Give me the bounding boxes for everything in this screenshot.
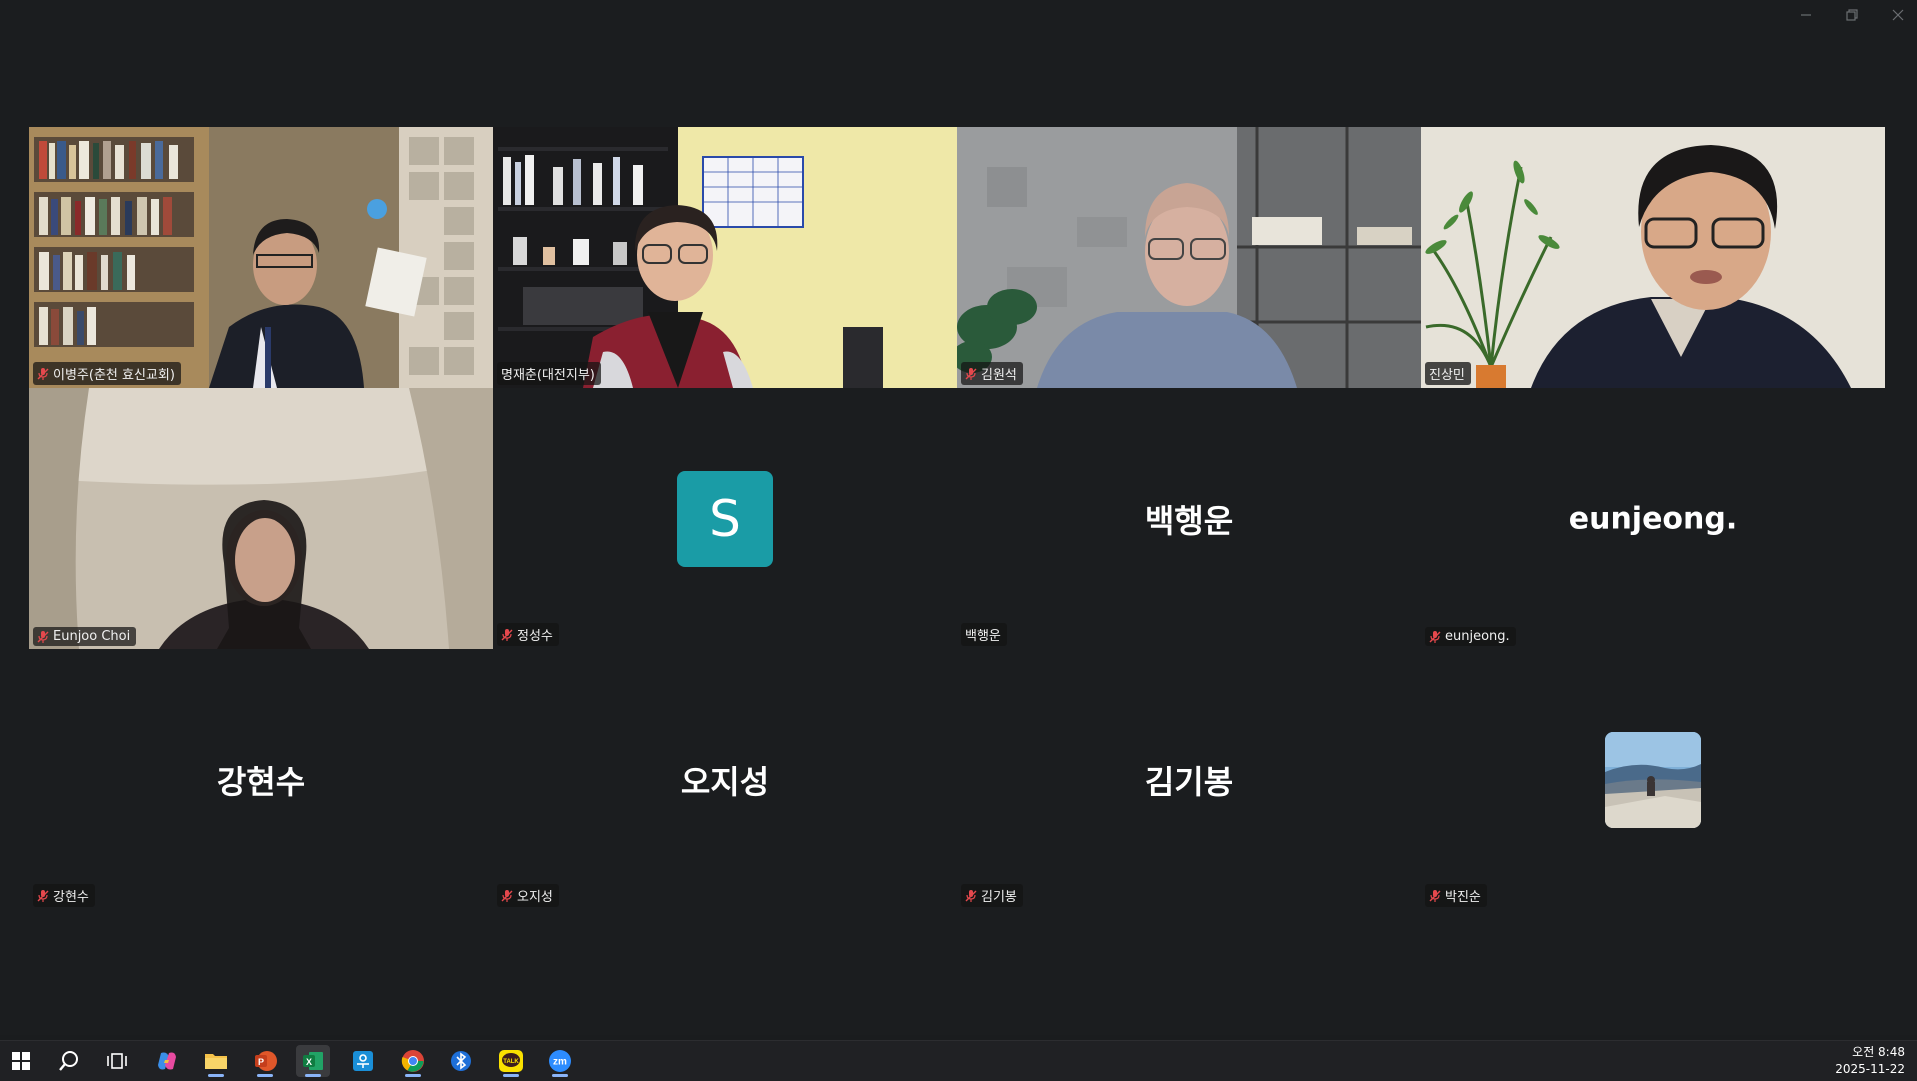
participant-name: 진상민 <box>1429 368 1465 383</box>
participant-name: 오지성 <box>517 890 553 905</box>
zoom-icon[interactable]: zm <box>543 1045 577 1077</box>
excel-icon[interactable]: X <box>296 1045 330 1077</box>
participant-tile[interactable]: 이병주(춘천 효신교회) <box>29 127 493 388</box>
mic-muted-icon <box>965 889 977 902</box>
mic-muted-icon <box>37 630 49 643</box>
mic-muted-icon <box>1429 889 1441 902</box>
participant-name: 김원석 <box>981 368 1017 383</box>
powerpoint-icon[interactable]: P <box>248 1045 282 1077</box>
participant-name: 김기봉 <box>981 890 1017 905</box>
participant-name-tag: 진상민 <box>1425 362 1471 385</box>
restore-icon[interactable] <box>1843 8 1861 26</box>
participant-tile[interactable]: Eunjoo Choi <box>29 388 493 649</box>
file-explorer-icon[interactable] <box>199 1045 233 1077</box>
participant-tile-active-speaker[interactable]: 진상민 <box>1421 127 1885 388</box>
window-controls <box>1797 8 1907 26</box>
zoom-meeting-window: 이병주(춘천 효신교회) 명재춘(대전지부) 김원석 진상민 Eunjoo Ch… <box>0 0 1917 1035</box>
participant-name: 명재춘(대전지부) <box>501 368 595 383</box>
taskbar-clock[interactable]: 오전 8:48 2025-11-22 <box>1835 1044 1905 1078</box>
participant-name: 강현수 <box>53 890 89 905</box>
participant-name: Eunjoo Choi <box>53 629 131 644</box>
close-icon[interactable] <box>1889 8 1907 26</box>
participant-tile[interactable]: 백행운 백행운 <box>957 388 1421 649</box>
participant-name-tag: 백행운 <box>961 623 1007 646</box>
windows-taskbar: P X TALK zm 오전 8:48 2025-11-22 <box>0 1040 1917 1081</box>
participant-name: 박진순 <box>1445 890 1481 905</box>
participant-tile[interactable]: 오지성 오지성 <box>493 649 957 910</box>
participant-video <box>493 127 957 388</box>
participant-tile[interactable]: 김원석 <box>957 127 1421 388</box>
kakaotalk-label: TALK <box>503 1059 519 1065</box>
participant-name: 정성수 <box>517 629 553 644</box>
participant-name: eunjeong. <box>1445 629 1510 644</box>
participant-name-tag: 김기봉 <box>961 884 1023 907</box>
participant-video <box>1421 127 1885 388</box>
participant-name-tag: 박진순 <box>1425 884 1487 907</box>
task-view-icon[interactable] <box>100 1045 134 1077</box>
participant-name-tag: eunjeong. <box>1425 627 1516 646</box>
bluetooth-app-icon[interactable] <box>444 1045 478 1077</box>
participant-name-tag: 강현수 <box>33 884 95 907</box>
svg-text:X: X <box>306 1057 312 1067</box>
participant-name: 이병주(춘천 효신교회) <box>53 368 175 383</box>
participant-tile[interactable]: S 정성수 <box>493 388 957 649</box>
windows-start-icon[interactable] <box>4 1045 38 1077</box>
participant-video <box>957 127 1421 388</box>
participant-display-name: eunjeong. <box>1568 501 1738 536</box>
mic-muted-icon <box>1429 630 1441 643</box>
participant-name: 백행운 <box>965 629 1001 644</box>
mic-muted-icon <box>501 628 513 641</box>
participant-name-tag: Eunjoo Choi <box>33 627 137 646</box>
participant-display-name: 김기봉 <box>1144 762 1234 801</box>
participant-video <box>29 127 493 388</box>
participant-name-tag: 명재춘(대전지부) <box>497 362 601 385</box>
participant-name-tag: 김원석 <box>961 362 1023 385</box>
minimize-icon[interactable] <box>1797 8 1815 26</box>
participant-tile[interactable]: 강현수 강현수 <box>29 649 493 910</box>
hangul-icon[interactable] <box>346 1045 380 1077</box>
participant-tile[interactable]: eunjeong. eunjeong. <box>1421 388 1885 649</box>
participant-display-name: 오지성 <box>680 762 770 801</box>
clock-time: 오전 8:48 <box>1852 1045 1905 1059</box>
participant-display-name: 강현수 <box>216 762 306 801</box>
participant-tile[interactable]: 김기봉 김기봉 <box>957 649 1421 910</box>
participant-tile[interactable]: 명재춘(대전지부) <box>493 127 957 388</box>
participant-name-tag: 이병주(춘천 효신교회) <box>33 362 181 385</box>
zoom-label: zm <box>553 1057 567 1068</box>
participant-avatar: S <box>677 470 773 567</box>
participant-name-tag: 오지성 <box>497 884 559 907</box>
participant-video <box>29 388 493 649</box>
participant-display-name: 백행운 <box>1144 501 1234 540</box>
mic-muted-icon <box>37 889 49 902</box>
svg-text:P: P <box>258 1057 264 1067</box>
copilot-icon[interactable] <box>150 1045 184 1077</box>
clock-date: 2025-11-22 <box>1835 1062 1905 1076</box>
chrome-icon[interactable] <box>396 1045 430 1077</box>
mic-muted-icon <box>37 367 49 380</box>
participant-tile[interactable]: 박진순 <box>1421 649 1885 910</box>
search-icon[interactable] <box>52 1045 86 1077</box>
mic-muted-icon <box>501 889 513 902</box>
participant-avatar-photo <box>1605 731 1701 828</box>
participant-name-tag: 정성수 <box>497 623 559 646</box>
kakaotalk-icon[interactable]: TALK <box>494 1045 528 1077</box>
mic-muted-icon <box>965 367 977 380</box>
